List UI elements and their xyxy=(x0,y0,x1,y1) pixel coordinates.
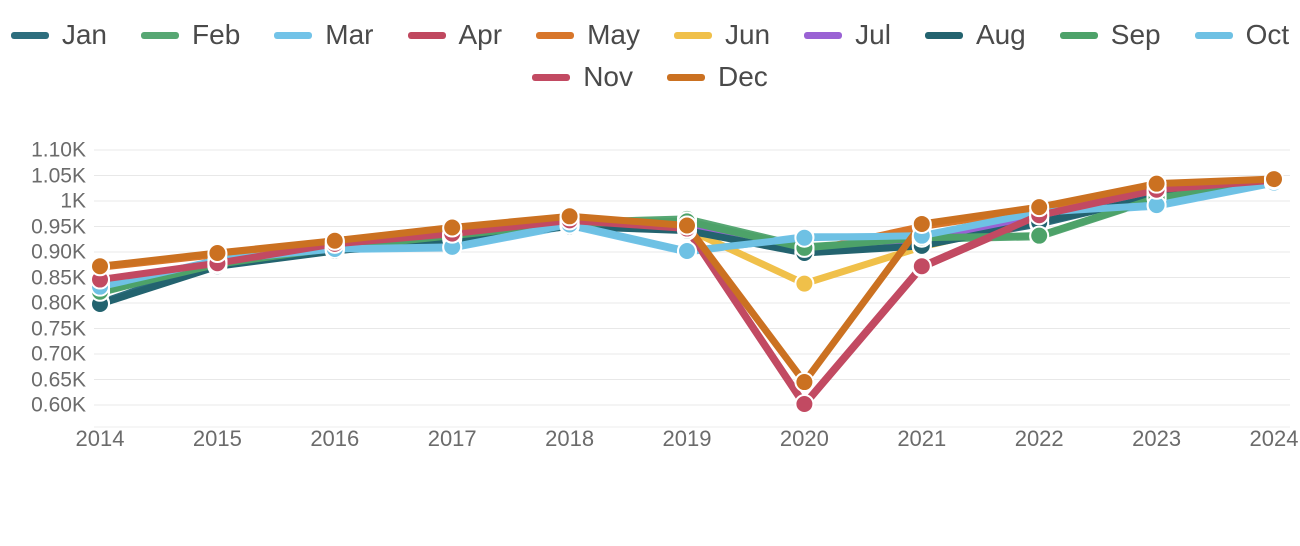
y-axis-tick-label: 1.05K xyxy=(31,164,86,187)
data-point-jun[interactable] xyxy=(794,273,815,294)
x-axis-tick-label: 2018 xyxy=(545,426,595,451)
data-point-dec[interactable] xyxy=(1264,169,1284,190)
y-axis-tick-label: 0.95K xyxy=(31,215,86,238)
data-point-dec[interactable] xyxy=(442,217,463,238)
data-point-dec[interactable] xyxy=(207,243,228,264)
x-axis-tick-label: 2017 xyxy=(427,426,477,451)
plot-area: 1.10K 1.05K 1K 0.95K 0.90K 0.85K 0.80K 0.75K 0.7… xyxy=(0,0,1300,546)
y-axis-tick-label: 0.80K xyxy=(31,291,86,315)
x-axis-tick-label: 2016 xyxy=(310,426,360,451)
x-axis-tick-label: 2021 xyxy=(897,426,947,451)
data-point-dec[interactable] xyxy=(1029,197,1050,218)
line-chart: Jan Feb Mar Apr May Jun Jul Aug Sep Oct Nov Dec 1.1… xyxy=(0,0,1300,546)
x-axis-tick-label: 2022 xyxy=(1014,426,1064,451)
x-axis-tick-label: 2019 xyxy=(662,426,712,451)
x-axis-tick-label: 2015 xyxy=(192,426,242,451)
y-axis-tick-label: 0.85K xyxy=(31,266,86,289)
x-axis-tick-label: 2014 xyxy=(75,426,125,451)
y-axis-tick-label: 0.90K xyxy=(31,240,86,264)
data-point-nov[interactable] xyxy=(794,393,815,414)
y-axis-tick-label: 0.65K xyxy=(31,368,86,391)
data-point-oct[interactable] xyxy=(794,227,815,248)
y-axis-tick-label: 1K xyxy=(60,189,86,213)
x-axis-tick-label: 2020 xyxy=(779,426,829,451)
data-point-oct[interactable] xyxy=(677,240,697,261)
data-point-dec[interactable] xyxy=(324,230,345,251)
x-axis-tick-label: 2024 xyxy=(1249,426,1299,451)
data-point-dec[interactable] xyxy=(1146,173,1167,194)
data-point-dec[interactable] xyxy=(677,215,697,236)
y-axis-tick-label: 0.75K xyxy=(31,317,86,340)
data-point-dec[interactable] xyxy=(794,372,815,393)
data-point-dec[interactable] xyxy=(911,213,932,234)
y-axis-tick-label: 0.60K xyxy=(31,393,86,417)
y-axis-tick-label: 0.70K xyxy=(31,342,86,366)
data-point-sep[interactable] xyxy=(1029,225,1050,246)
data-point-nov[interactable] xyxy=(911,256,932,277)
data-point-dec[interactable] xyxy=(90,256,110,277)
y-axis-tick-label: 1.10K xyxy=(31,138,86,162)
x-axis-labels: 2014 2015 2016 2017 2018 2019 2020 2021 2022 2023… xyxy=(0,428,1300,468)
x-axis-tick-label: 2023 xyxy=(1132,426,1182,451)
data-point-dec[interactable] xyxy=(559,206,580,227)
